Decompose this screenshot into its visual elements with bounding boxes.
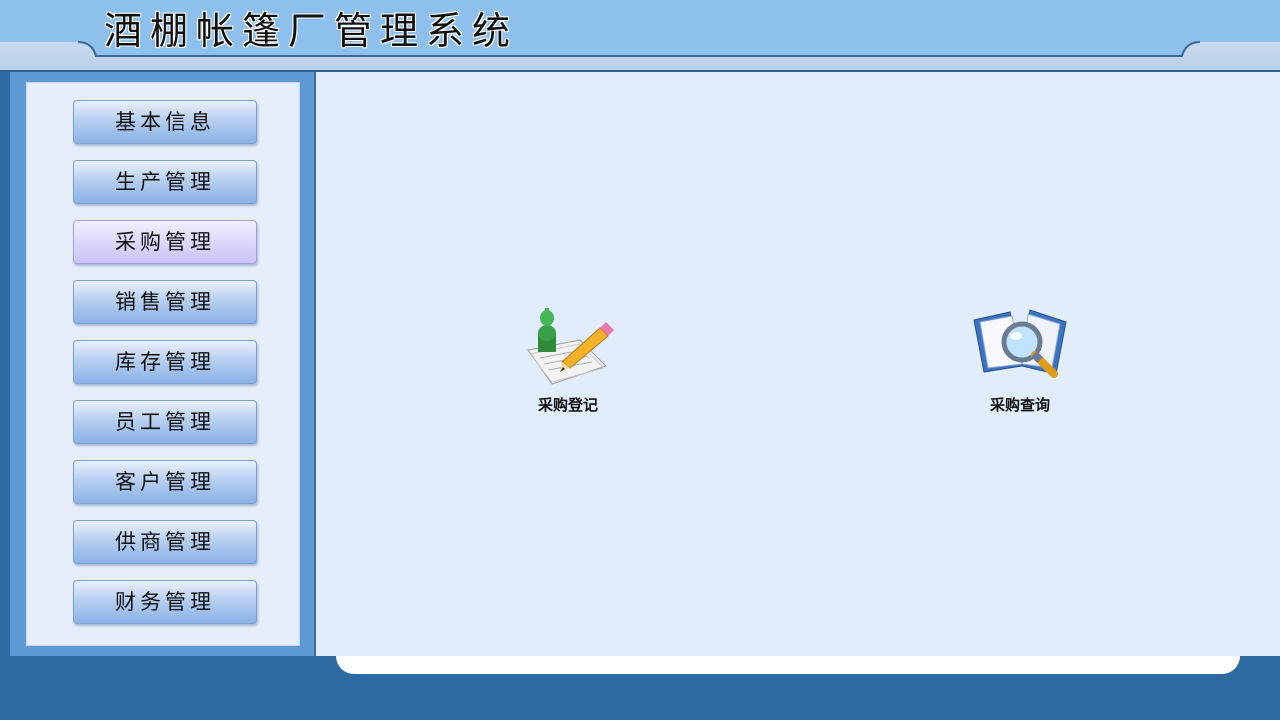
sidebar-frame: 基本信息 生产管理 采购管理 销售管理 库存管理 员工管理 客户管理 供商管理 … xyxy=(10,72,316,656)
sidebar-item-supplier[interactable]: 供商管理 xyxy=(73,520,257,564)
footer-bar xyxy=(336,656,1240,674)
purchase-register-button[interactable]: 采购登记 xyxy=(498,306,638,415)
app-title: 酒棚帐篷厂管理系统 xyxy=(104,9,519,53)
purchase-query-label: 采购查询 xyxy=(989,396,1050,414)
sidebar-item-purchase[interactable]: 采购管理 xyxy=(73,220,257,264)
sidebar-item-sales[interactable]: 销售管理 xyxy=(73,280,257,324)
sidebar: 基本信息 生产管理 采购管理 销售管理 库存管理 员工管理 客户管理 供商管理 … xyxy=(26,82,300,646)
content-area: 采购登记 采购查询 xyxy=(316,72,1280,656)
purchase-query-button[interactable]: 采购查询 xyxy=(950,306,1090,415)
sidebar-item-customer[interactable]: 客户管理 xyxy=(73,460,257,504)
app-header: 酒棚帐篷厂管理系统 xyxy=(0,0,1280,72)
book-magnifier-icon xyxy=(973,309,1067,378)
register-pencil-icon xyxy=(527,308,614,385)
sidebar-item-production[interactable]: 生产管理 xyxy=(73,160,257,204)
sidebar-item-finance[interactable]: 财务管理 xyxy=(73,580,257,624)
sidebar-item-inventory[interactable]: 库存管理 xyxy=(73,340,257,384)
purchase-register-label: 采购登记 xyxy=(537,396,598,414)
sidebar-item-employee[interactable]: 员工管理 xyxy=(73,400,257,444)
sidebar-item-basic-info[interactable]: 基本信息 xyxy=(73,100,257,144)
